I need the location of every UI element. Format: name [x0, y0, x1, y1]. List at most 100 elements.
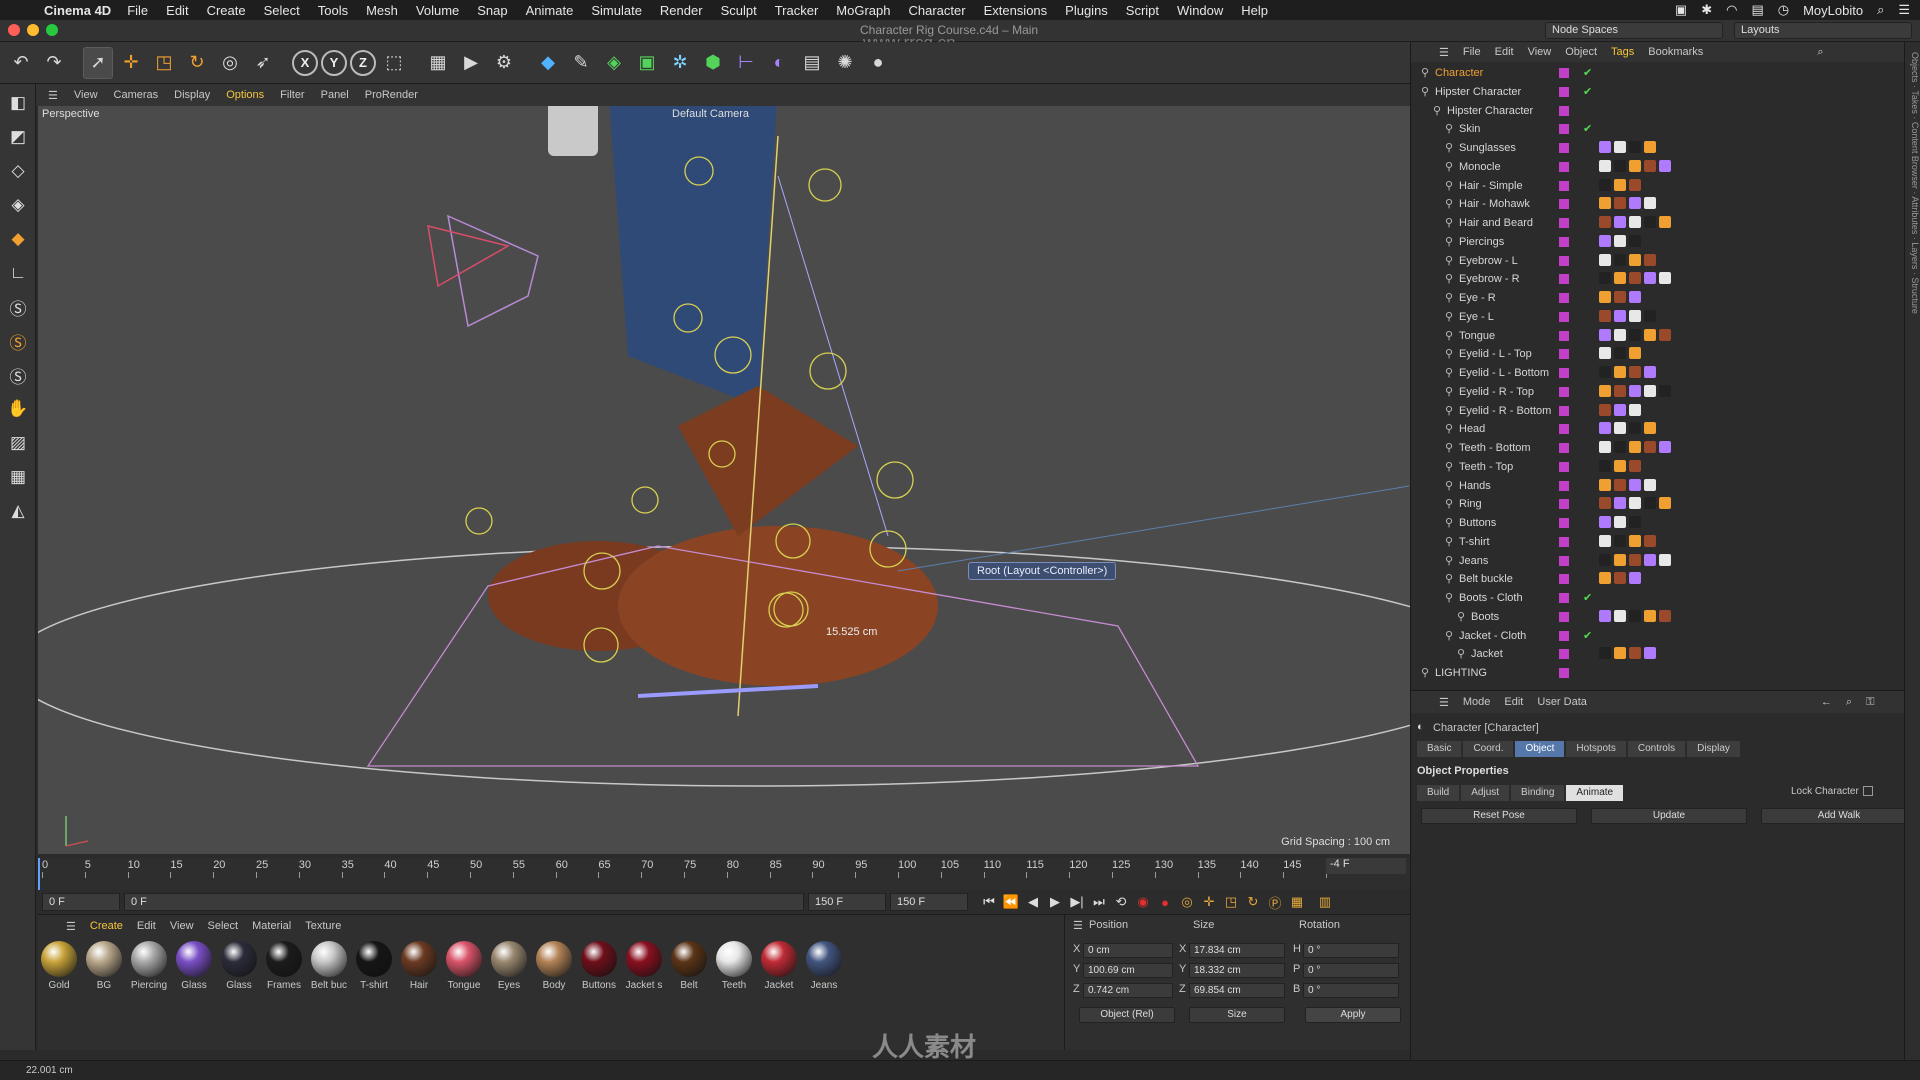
- tag-icon[interactable]: [1614, 516, 1626, 528]
- workplane-icon[interactable]: ▨: [3, 428, 33, 458]
- object-row[interactable]: ⚲ Jacket: [1411, 645, 1905, 664]
- snap-settings-icon[interactable]: Ⓢ: [3, 326, 33, 356]
- tag-icon[interactable]: [1629, 403, 1641, 416]
- tag-icon[interactable]: [1614, 253, 1626, 266]
- tag-icon[interactable]: [1659, 497, 1671, 510]
- tag-icon[interactable]: [1614, 384, 1626, 397]
- material-preview[interactable]: [581, 941, 617, 977]
- object-name[interactable]: Eyelid - R - Bottom: [1459, 405, 1551, 417]
- tag-icon[interactable]: [1629, 253, 1641, 266]
- undo-icon[interactable]: ↶: [6, 47, 36, 79]
- tag-icon[interactable]: [1599, 572, 1611, 585]
- material-preview[interactable]: [446, 941, 482, 977]
- tag-icon[interactable]: [1599, 253, 1611, 266]
- layer-color-swatch[interactable]: [1559, 86, 1569, 97]
- enabled-check[interactable]: ✔: [1583, 85, 1592, 98]
- tag-icon[interactable]: [1599, 216, 1611, 228]
- search-icon[interactable]: ⌕: [1877, 2, 1884, 18]
- menu-select[interactable]: Select: [264, 3, 300, 18]
- tag-icon[interactable]: [1599, 497, 1611, 510]
- om-search-icon[interactable]: ⌕: [1817, 46, 1823, 59]
- prev-key-icon[interactable]: ⏪: [1000, 892, 1022, 912]
- material-menu-texture[interactable]: Texture: [305, 920, 341, 932]
- size-mode-select[interactable]: Size: [1189, 1007, 1285, 1023]
- layer-color-swatch[interactable]: [1559, 311, 1569, 322]
- sky-icon[interactable]: ✺: [830, 47, 860, 79]
- tag-icon[interactable]: [1599, 178, 1611, 191]
- go-to-end-icon[interactable]: ⏭: [1088, 892, 1110, 912]
- lock-character-checkbox[interactable]: [1862, 786, 1873, 797]
- layer-color-swatch[interactable]: [1559, 143, 1569, 153]
- tag-icon[interactable]: [1644, 159, 1656, 172]
- object-tags[interactable]: [1599, 347, 1641, 360]
- object-tags[interactable]: [1599, 497, 1671, 510]
- tag-icon[interactable]: [1614, 572, 1626, 585]
- tab-hotspots[interactable]: Hotspots: [1566, 741, 1626, 757]
- material-preview[interactable]: [86, 941, 122, 977]
- lock-character-option[interactable]: Lock Character: [1791, 786, 1873, 797]
- om-menu-bookmarks[interactable]: Bookmarks: [1648, 46, 1703, 58]
- object-row[interactable]: ⚲ Eyebrow - L: [1411, 252, 1905, 271]
- viewport-menu-options[interactable]: Options: [226, 89, 264, 101]
- tag-icon[interactable]: [1599, 553, 1611, 566]
- object-tags[interactable]: [1599, 403, 1641, 416]
- object-name[interactable]: Jacket: [1471, 648, 1503, 660]
- tag-icon[interactable]: [1644, 497, 1656, 510]
- object-row[interactable]: ⚲ Sunglasses: [1411, 139, 1905, 158]
- tag-icon[interactable]: [1629, 497, 1641, 510]
- menu-list-icon[interactable]: ☰: [1898, 2, 1910, 18]
- object-name[interactable]: Teeth - Top: [1459, 461, 1513, 473]
- tag-icon[interactable]: [1659, 384, 1671, 397]
- layer-color-swatch[interactable]: [1559, 255, 1569, 266]
- update-button[interactable]: Update: [1591, 808, 1747, 824]
- material-item[interactable]: Glass: [220, 941, 258, 991]
- object-row[interactable]: ⚲ Head: [1411, 420, 1905, 439]
- layer-color-swatch[interactable]: [1559, 124, 1569, 135]
- tag-icon[interactable]: [1629, 422, 1641, 435]
- object-name[interactable]: Character: [1435, 67, 1483, 79]
- camera-tool-icon[interactable]: ◐: [764, 47, 794, 79]
- object-name[interactable]: Boots: [1471, 611, 1499, 623]
- tag-icon[interactable]: [1629, 534, 1641, 547]
- tweak-mode-icon[interactable]: ✋: [3, 394, 33, 424]
- pen-icon[interactable]: ✎: [566, 47, 596, 79]
- object-tags[interactable]: [1599, 647, 1656, 660]
- tag-icon[interactable]: [1659, 441, 1671, 453]
- menu-create[interactable]: Create: [207, 3, 246, 18]
- tag-icon[interactable]: [1659, 609, 1671, 622]
- next-frame-icon[interactable]: ▶|: [1066, 892, 1088, 912]
- object-name[interactable]: Hair - Mohawk: [1459, 198, 1530, 210]
- model-mode-icon[interactable]: ◧: [3, 88, 33, 118]
- texture-mode-icon[interactable]: ◩: [3, 122, 33, 152]
- object-name[interactable]: Piercings: [1459, 236, 1504, 248]
- field-icon[interactable]: ⬢: [698, 47, 728, 79]
- menu-mesh[interactable]: Mesh: [366, 3, 398, 18]
- layer-color-swatch[interactable]: [1559, 424, 1569, 435]
- tag-icon[interactable]: [1599, 609, 1611, 622]
- object-row[interactable]: ⚲ Monocle: [1411, 158, 1905, 177]
- object-row[interactable]: ⚲ Ring: [1411, 495, 1905, 514]
- material-item[interactable]: Glass: [175, 941, 213, 991]
- apply-button[interactable]: Apply: [1305, 1007, 1401, 1023]
- object-row[interactable]: ⚲ Piercings: [1411, 233, 1905, 252]
- planar-workplane-icon[interactable]: ◭: [3, 496, 33, 526]
- render-view-icon[interactable]: ▦: [423, 47, 453, 79]
- tag-icon[interactable]: [1614, 497, 1626, 510]
- attr-menu-mode[interactable]: Mode: [1463, 696, 1491, 708]
- pos-y-field[interactable]: 100.69 cm: [1083, 963, 1173, 978]
- enabled-check[interactable]: ✔: [1583, 66, 1592, 79]
- object-name[interactable]: Eye - L: [1459, 311, 1494, 323]
- tag-icon[interactable]: [1599, 459, 1611, 472]
- object-name[interactable]: Eyebrow - L: [1459, 255, 1518, 267]
- zoom-window-button[interactable]: [46, 24, 58, 36]
- playhead[interactable]: [38, 858, 40, 890]
- material-preview[interactable]: [491, 941, 527, 977]
- coordinate-system-icon[interactable]: ⬚: [379, 47, 409, 79]
- tag-icon[interactable]: [1644, 647, 1656, 660]
- tag-icon[interactable]: [1629, 291, 1641, 303]
- object-row[interactable]: ⚲ Jacket - Cloth ✔: [1411, 627, 1905, 646]
- material-item[interactable]: Teeth: [715, 941, 753, 991]
- material-item[interactable]: Belt: [670, 941, 708, 991]
- tag-icon[interactable]: [1614, 234, 1626, 247]
- menu-tracker[interactable]: Tracker: [775, 3, 819, 18]
